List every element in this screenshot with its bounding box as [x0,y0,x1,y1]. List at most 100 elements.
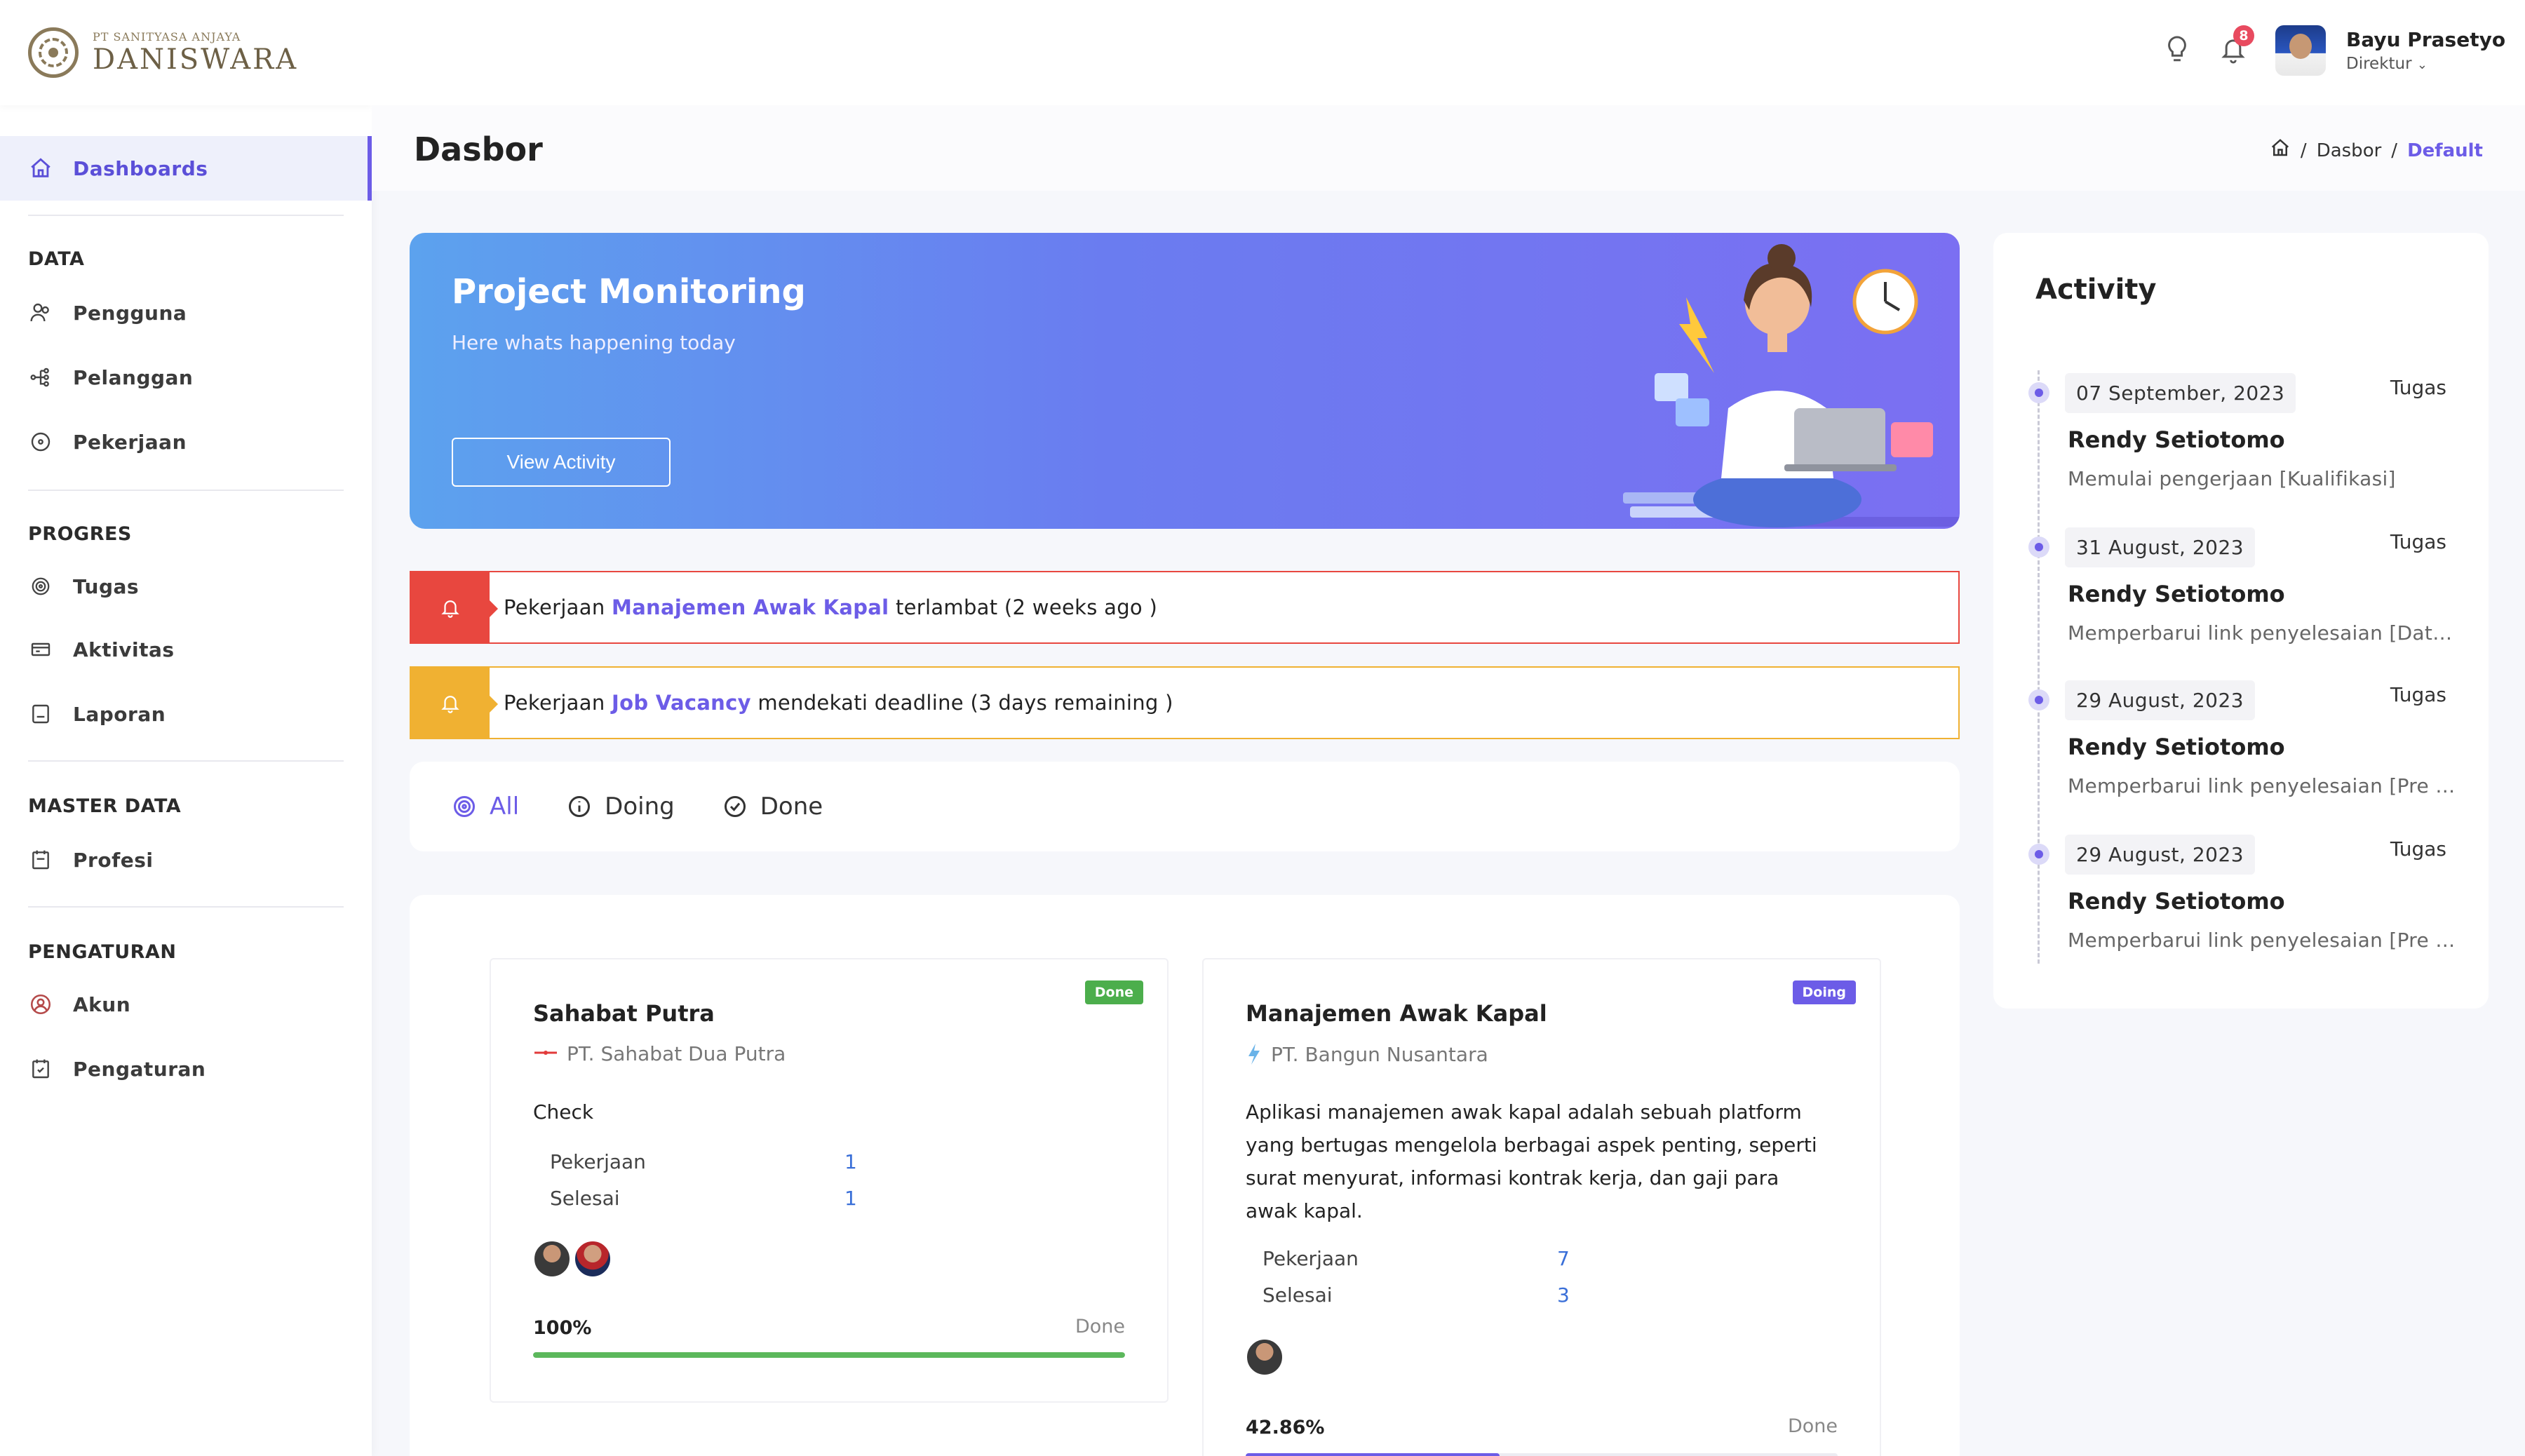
sidebar-item-aktivitas[interactable]: Aktivitas [0,628,372,670]
settings-icon [28,1056,53,1081]
stat-label: Pekerjaan [1262,1247,1359,1270]
sidebar-item-label: Aktivitas [73,638,175,661]
company-logo-icon [1248,1044,1260,1065]
project-company: PT. Sahabat Dua Putra [533,1042,786,1065]
target-icon [28,429,53,454]
alert-deadline[interactable]: Pekerjaan Job Vacancy mendekati deadline… [410,666,1960,739]
alert-project-link[interactable]: Manajemen Awak Kapal [612,595,889,619]
activity-item[interactable]: 07 September, 2023 Tugas Rendy Setiotomo… [1993,351,2489,491]
breadcrumb-separator: / [2391,140,2398,161]
section-title-progres: PROGRES [28,523,132,545]
sidebar-item-tugas[interactable]: Tugas [0,565,372,607]
activity-user: Rendy Setiotomo [2068,581,2285,607]
stat-value: 7 [1557,1247,1570,1270]
hero-subtitle: Here whats happening today [452,331,736,354]
progress-fill [533,1352,1125,1358]
breadcrumb-separator: / [2300,140,2307,161]
progress-fill [1246,1453,1500,1456]
tab-label: All [490,793,520,821]
home-icon[interactable] [2270,137,2291,163]
stat-selesai: Selesai 3 [1262,1283,1570,1307]
sidebar-item-pengaturan[interactable]: Pengaturan [0,1048,372,1090]
activity-description: Memulai pengerjaan [Kualifikasi] [2068,467,2396,490]
alert-prefix: Pekerjaan [504,691,612,715]
alert-indicator [411,668,498,738]
project-description: Check [533,1100,594,1124]
bell-icon [441,696,459,713]
alert-suffix: mendekati deadline (3 days remaining ) [750,691,1173,715]
sidebar-item-laporan[interactable]: Laporan [0,693,372,735]
tab-doing[interactable]: Doing [567,793,675,821]
activity-date: 29 August, 2023 [2065,680,2256,720]
divider [28,906,344,908]
brand-name: DANISWARA [93,43,299,76]
alert-indicator [411,572,498,642]
progress-status: Done [1787,1415,1838,1437]
tab-all[interactable]: All [452,793,519,821]
activity-description: Memperbarui link penyelesaian [Pre Scree… [2068,774,2460,797]
member-avatar[interactable] [533,1240,571,1278]
section-title-master-data: MASTER DATA [28,795,182,817]
tab-done[interactable]: Done [722,793,823,821]
target-icon [454,796,475,817]
activity-description: Memperbarui link penyelesaian [Data Diri… [2068,621,2460,645]
member-avatar[interactable] [574,1240,612,1278]
project-card[interactable]: Done Sahabat Putra PT. Sahabat Dua Putra… [490,958,1169,1403]
sidebar-item-akun[interactable]: Akun [0,983,372,1025]
check-circle-icon [724,796,746,817]
alert-late[interactable]: Pekerjaan Manajemen Awak Kapal terlambat… [410,571,1960,644]
member-avatar[interactable] [1246,1338,1284,1376]
breadcrumb-current: Default [2407,140,2483,161]
sidebar-item-profesi[interactable]: Profesi [0,839,372,881]
view-activity-button[interactable]: View Activity [452,438,671,487]
sidebar-item-pelanggan[interactable]: Pelanggan [0,356,372,398]
user-role-dropdown[interactable]: Direktur ⌄ [2346,55,2428,73]
filter-tabs: All Doing Done [410,762,1960,851]
activity-date: 29 August, 2023 [2065,835,2256,875]
tab-label: Done [760,793,823,821]
timeline-dot [2028,689,2049,710]
company-name: PT. Bangun Nusantara [1271,1042,1488,1066]
breadcrumb-item[interactable]: Dasbor [2317,140,2382,161]
chevron-down-icon: ⌄ [2416,58,2428,72]
breadcrumb: / Dasbor / Default [2270,137,2483,163]
project-description: Aplikasi manajemen awak kapal adalah seb… [1246,1100,1817,1222]
spiral-icon [28,574,53,599]
lightbulb-icon[interactable] [2163,34,2194,69]
project-title[interactable]: Sahabat Putra [533,1000,715,1027]
project-title[interactable]: Manajemen Awak Kapal [1246,1000,1547,1027]
sidebar-item-label: Pekerjaan [73,430,187,454]
activity-tag: Tugas [2390,530,2446,553]
stat-label: Pekerjaan [550,1150,646,1173]
book-icon [28,847,53,872]
brand-logo[interactable]: PT SANITYASA ANJAYA DANISWARA [0,0,372,105]
timeline-dot [2028,382,2049,403]
activity-item[interactable]: 29 August, 2023 Tugas Rendy Setiotomo Me… [1993,812,2489,952]
hero-title: Project Monitoring [452,272,806,311]
sidebar-item-pengguna[interactable]: Pengguna [0,292,372,334]
divider [28,215,344,216]
sidebar-item-pekerjaan[interactable]: Pekerjaan [0,421,372,463]
document-icon [28,701,53,727]
sidebar-item-label: Tugas [73,574,140,598]
page-header [372,105,2525,191]
sidebar-item-label: Pelanggan [73,365,194,389]
sidebar: PT SANITYASA ANJAYA DANISWARA Dashboards… [0,0,372,1456]
user-name[interactable]: Bayu Prasetyo [2346,28,2505,51]
alert-project-link[interactable]: Job Vacancy [612,691,751,715]
user-role-label: Direktur [2346,55,2412,73]
stat-value: 1 [844,1187,857,1210]
stat-value: 1 [844,1150,857,1173]
hero-banner: Project Monitoring Here whats happening … [410,233,1960,529]
sidebar-item-dashboards[interactable]: Dashboards [0,136,372,201]
timeline-dot [2028,844,2049,865]
activity-item[interactable]: 29 August, 2023 Tugas Rendy Setiotomo Me… [1993,658,2489,798]
project-card[interactable]: Doing Manajemen Awak Kapal PT. Bangun Nu… [1202,958,1881,1456]
activity-tag: Tugas [2390,683,2446,706]
avatar[interactable] [2275,25,2326,76]
activity-user: Rendy Setiotomo [2068,426,2285,453]
logo-emblem-icon [28,27,79,78]
activity-description: Memperbarui link penyelesaian [Pre Scree… [2068,929,2460,952]
activity-item[interactable]: 31 August, 2023 Tugas Rendy Setiotomo Me… [1993,505,2489,645]
info-icon [569,796,591,817]
